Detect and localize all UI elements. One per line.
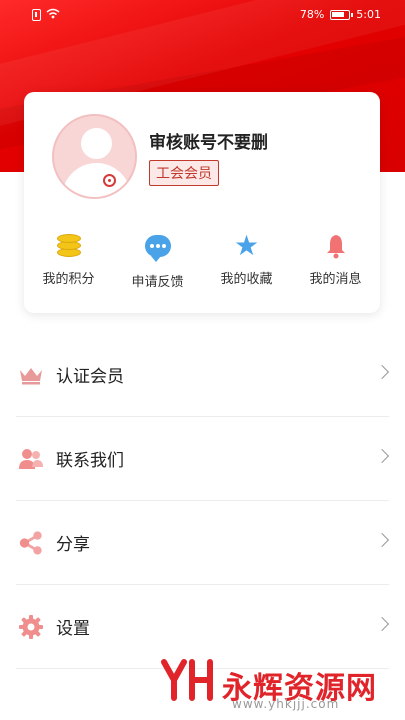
menu-item-label: 分享 [56, 535, 90, 555]
settings-menu: 认证会员 联系我们 分享 设置 [16, 333, 390, 669]
union-badge-icon [103, 174, 116, 187]
quick-action-feedback[interactable]: 申请反馈 [113, 232, 202, 290]
gear-icon [18, 614, 44, 640]
watermark-url: www.yhkjjj.com [232, 697, 340, 711]
battery-percent: 78% [299, 8, 325, 21]
status-bar: 78% 5:01 [0, 0, 405, 30]
avatar[interactable] [52, 114, 137, 199]
crown-icon [18, 362, 44, 388]
clock: 5:01 [356, 8, 381, 21]
chevron-right-icon [374, 532, 390, 548]
menu-item-settings[interactable]: 设置 [16, 585, 390, 669]
contacts-icon [18, 446, 44, 472]
watermark-logo-icon [160, 658, 216, 711]
quick-action-points[interactable]: 我的积分 [24, 232, 113, 290]
quick-actions: 我的积分 申请反馈 ★ 我的收藏 我的消息 [24, 232, 380, 291]
menu-item-label: 认证会员 [56, 367, 124, 387]
quick-action-label: 我的收藏 [220, 272, 273, 287]
menu-item-label: 联系我们 [56, 451, 124, 471]
coins-icon [55, 232, 83, 260]
chevron-right-icon [374, 616, 390, 632]
chevron-right-icon [374, 364, 390, 380]
bell-icon [322, 232, 350, 260]
quick-action-label: 我的积分 [42, 272, 95, 287]
quick-action-label: 申请反馈 [131, 275, 184, 290]
quick-action-label: 我的消息 [309, 272, 362, 287]
wifi-icon [46, 8, 60, 22]
menu-item-label: 设置 [56, 619, 90, 639]
menu-item-contact-us[interactable]: 联系我们 [16, 417, 390, 501]
profile-card: 审核账号不要删 工会会员 我的积分 申请反馈 ★ 我的收藏 我的消息 [24, 92, 380, 313]
share-icon [18, 530, 44, 556]
menu-item-share[interactable]: 分享 [16, 501, 390, 585]
sim-icon [32, 9, 41, 21]
star-icon: ★ [233, 229, 260, 262]
quick-action-favorites[interactable]: ★ 我的收藏 [202, 232, 291, 290]
menu-item-verify-member[interactable]: 认证会员 [16, 333, 390, 417]
quick-action-messages[interactable]: 我的消息 [291, 232, 380, 290]
member-tag: 工会会员 [149, 160, 219, 186]
chat-bubble-icon [144, 235, 172, 263]
chevron-right-icon [374, 448, 390, 464]
battery-icon [330, 9, 354, 20]
username: 审核账号不要删 [149, 133, 268, 153]
